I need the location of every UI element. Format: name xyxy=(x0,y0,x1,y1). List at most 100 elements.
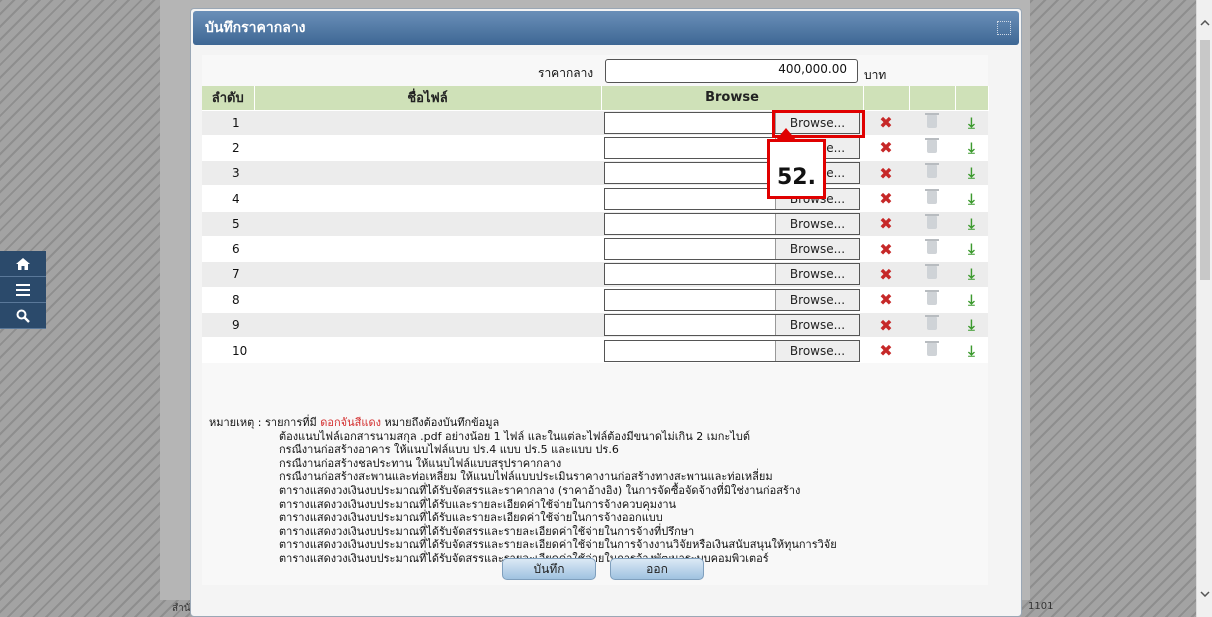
row-seq: 7 xyxy=(202,261,254,288)
row-delete-cell: ✖ xyxy=(863,235,909,262)
menu-button[interactable] xyxy=(0,277,46,303)
download-icon[interactable]: ⤓ xyxy=(968,291,975,309)
row-filename xyxy=(254,160,601,186)
trash-icon[interactable] xyxy=(925,239,939,255)
delete-icon[interactable]: ✖ xyxy=(879,164,892,183)
side-toolbar xyxy=(0,251,46,329)
browse-button[interactable]: Browse... xyxy=(775,264,859,285)
row-delete-cell: ✖ xyxy=(863,210,909,237)
delete-icon[interactable]: ✖ xyxy=(879,240,892,259)
row-delete-cell: ✖ xyxy=(863,109,909,136)
browse-button[interactable]: Browse... xyxy=(775,340,859,361)
table-row: 10 Browse... ✖ ⤓ xyxy=(202,337,988,363)
row-download-cell: ⤓ xyxy=(955,235,988,262)
delete-icon[interactable]: ✖ xyxy=(879,214,892,233)
download-icon[interactable]: ⤓ xyxy=(968,190,975,208)
note-line: ตารางแสดงวงเงินงบประมาณที่ได้รับและรายละ… xyxy=(279,497,677,511)
chevron-down-icon xyxy=(1200,591,1210,597)
download-icon[interactable]: ⤓ xyxy=(968,342,975,360)
file-input[interactable]: Browse... xyxy=(604,314,860,337)
row-seq: 8 xyxy=(202,286,254,313)
row-seq: 10 xyxy=(202,337,254,363)
trash-icon[interactable] xyxy=(925,137,939,153)
delete-icon[interactable]: ✖ xyxy=(879,113,892,132)
search-button[interactable] xyxy=(0,303,46,329)
row-filename xyxy=(254,311,601,338)
trash-icon[interactable] xyxy=(925,340,939,356)
scroll-up-button[interactable] xyxy=(1197,14,1212,32)
trash-icon[interactable] xyxy=(925,264,939,280)
download-icon[interactable]: ⤓ xyxy=(968,240,975,258)
row-filename xyxy=(254,286,601,313)
table-row: 3Browse...✖⤓ xyxy=(202,160,988,186)
download-icon[interactable]: ⤓ xyxy=(968,316,975,334)
row-file-picker-cell: Browse... xyxy=(601,210,863,237)
col-download xyxy=(955,86,989,110)
notes-list: ต้องแนบไฟล์เอกสารนามสกุล .pdf อย่างน้อย … xyxy=(209,430,989,566)
maximize-icon[interactable] xyxy=(997,21,1011,35)
download-icon[interactable]: ⤓ xyxy=(968,139,975,157)
row-delete-cell: ✖ xyxy=(863,311,909,338)
trash-icon[interactable] xyxy=(925,315,939,331)
download-icon[interactable]: ⤓ xyxy=(968,164,975,182)
row-filename xyxy=(254,210,601,237)
price-dialog: บันทึกราคากลาง ราคากลาง 400,000.00 บาท ล… xyxy=(190,8,1022,617)
row-filename xyxy=(254,337,601,363)
file-input[interactable]: Browse... xyxy=(604,238,860,261)
delete-icon[interactable]: ✖ xyxy=(879,341,892,360)
row-download-cell: ⤓ xyxy=(955,311,988,338)
chevron-up-icon xyxy=(1200,20,1210,26)
trash-icon[interactable] xyxy=(925,188,939,204)
file-table: ลำดับ ชื่อไฟล์ Browse 1 Browse... ✖ ⤓ 2 Brows… xyxy=(202,86,989,363)
row-delete-cell: ✖ xyxy=(863,134,909,161)
home-button[interactable] xyxy=(0,251,46,277)
exit-button[interactable]: ออก xyxy=(610,558,704,580)
note-line: ตารางแสดงวงเงินงบประมาณที่ได้รับจัดสรรแล… xyxy=(279,538,837,552)
save-button[interactable]: บันทึก xyxy=(502,558,596,580)
row-download-cell: ⤓ xyxy=(955,337,988,363)
delete-icon[interactable]: ✖ xyxy=(879,290,892,309)
row-trash-cell xyxy=(909,210,955,237)
row-file-picker-cell: Browse... xyxy=(601,311,863,338)
row-filename xyxy=(254,109,601,136)
delete-icon[interactable]: ✖ xyxy=(879,265,892,284)
row-filename xyxy=(254,185,601,212)
row-delete-cell: ✖ xyxy=(863,337,909,363)
col-trash xyxy=(909,86,956,110)
note-line: ต้องแนบไฟล์เอกสารนามสกุล .pdf อย่างน้อย … xyxy=(279,429,750,443)
trash-icon[interactable] xyxy=(925,163,939,179)
delete-icon[interactable]: ✖ xyxy=(879,138,892,157)
dialog-actions: บันทึก ออก xyxy=(502,558,704,580)
download-icon[interactable]: ⤓ xyxy=(968,215,975,233)
delete-icon[interactable]: ✖ xyxy=(879,316,892,335)
row-trash-cell xyxy=(909,160,955,186)
row-seq: 9 xyxy=(202,311,254,338)
row-delete-cell: ✖ xyxy=(863,261,909,288)
trash-icon[interactable] xyxy=(925,112,939,128)
download-icon[interactable]: ⤓ xyxy=(968,114,975,132)
row-file-picker-cell: Browse... xyxy=(601,337,863,363)
trash-icon[interactable] xyxy=(925,213,939,229)
browse-button[interactable]: Browse... xyxy=(775,239,859,260)
scroll-thumb[interactable] xyxy=(1200,40,1210,280)
notes-suffix: หมายถึงต้องบันทึกข้อมูล xyxy=(380,416,500,429)
trash-icon[interactable] xyxy=(925,289,939,305)
browse-button[interactable]: Browse... xyxy=(775,213,859,234)
browse-button[interactable]: Browse... xyxy=(775,315,859,336)
annotation-step: 52. xyxy=(767,139,826,199)
row-filename xyxy=(254,235,601,262)
scroll-down-button[interactable] xyxy=(1197,585,1212,603)
file-input[interactable]: Browse... xyxy=(604,263,860,286)
note-line: กรณีงานก่อสร้างอาคาร ให้แนบไฟล์แบบ ปร.4 … xyxy=(279,443,619,457)
file-input[interactable]: Browse... xyxy=(604,212,860,235)
browse-button[interactable]: Browse... xyxy=(775,289,859,310)
row-delete-cell: ✖ xyxy=(863,185,909,212)
row-trash-cell xyxy=(909,311,955,338)
file-input[interactable]: Browse... xyxy=(604,288,860,311)
download-icon[interactable]: ⤓ xyxy=(968,265,975,283)
delete-icon[interactable]: ✖ xyxy=(879,189,892,208)
price-input[interactable]: 400,000.00 xyxy=(605,59,858,83)
row-delete-cell: ✖ xyxy=(863,160,909,186)
file-input[interactable]: Browse... xyxy=(604,339,860,362)
page-scrollbar[interactable] xyxy=(1196,0,1212,617)
